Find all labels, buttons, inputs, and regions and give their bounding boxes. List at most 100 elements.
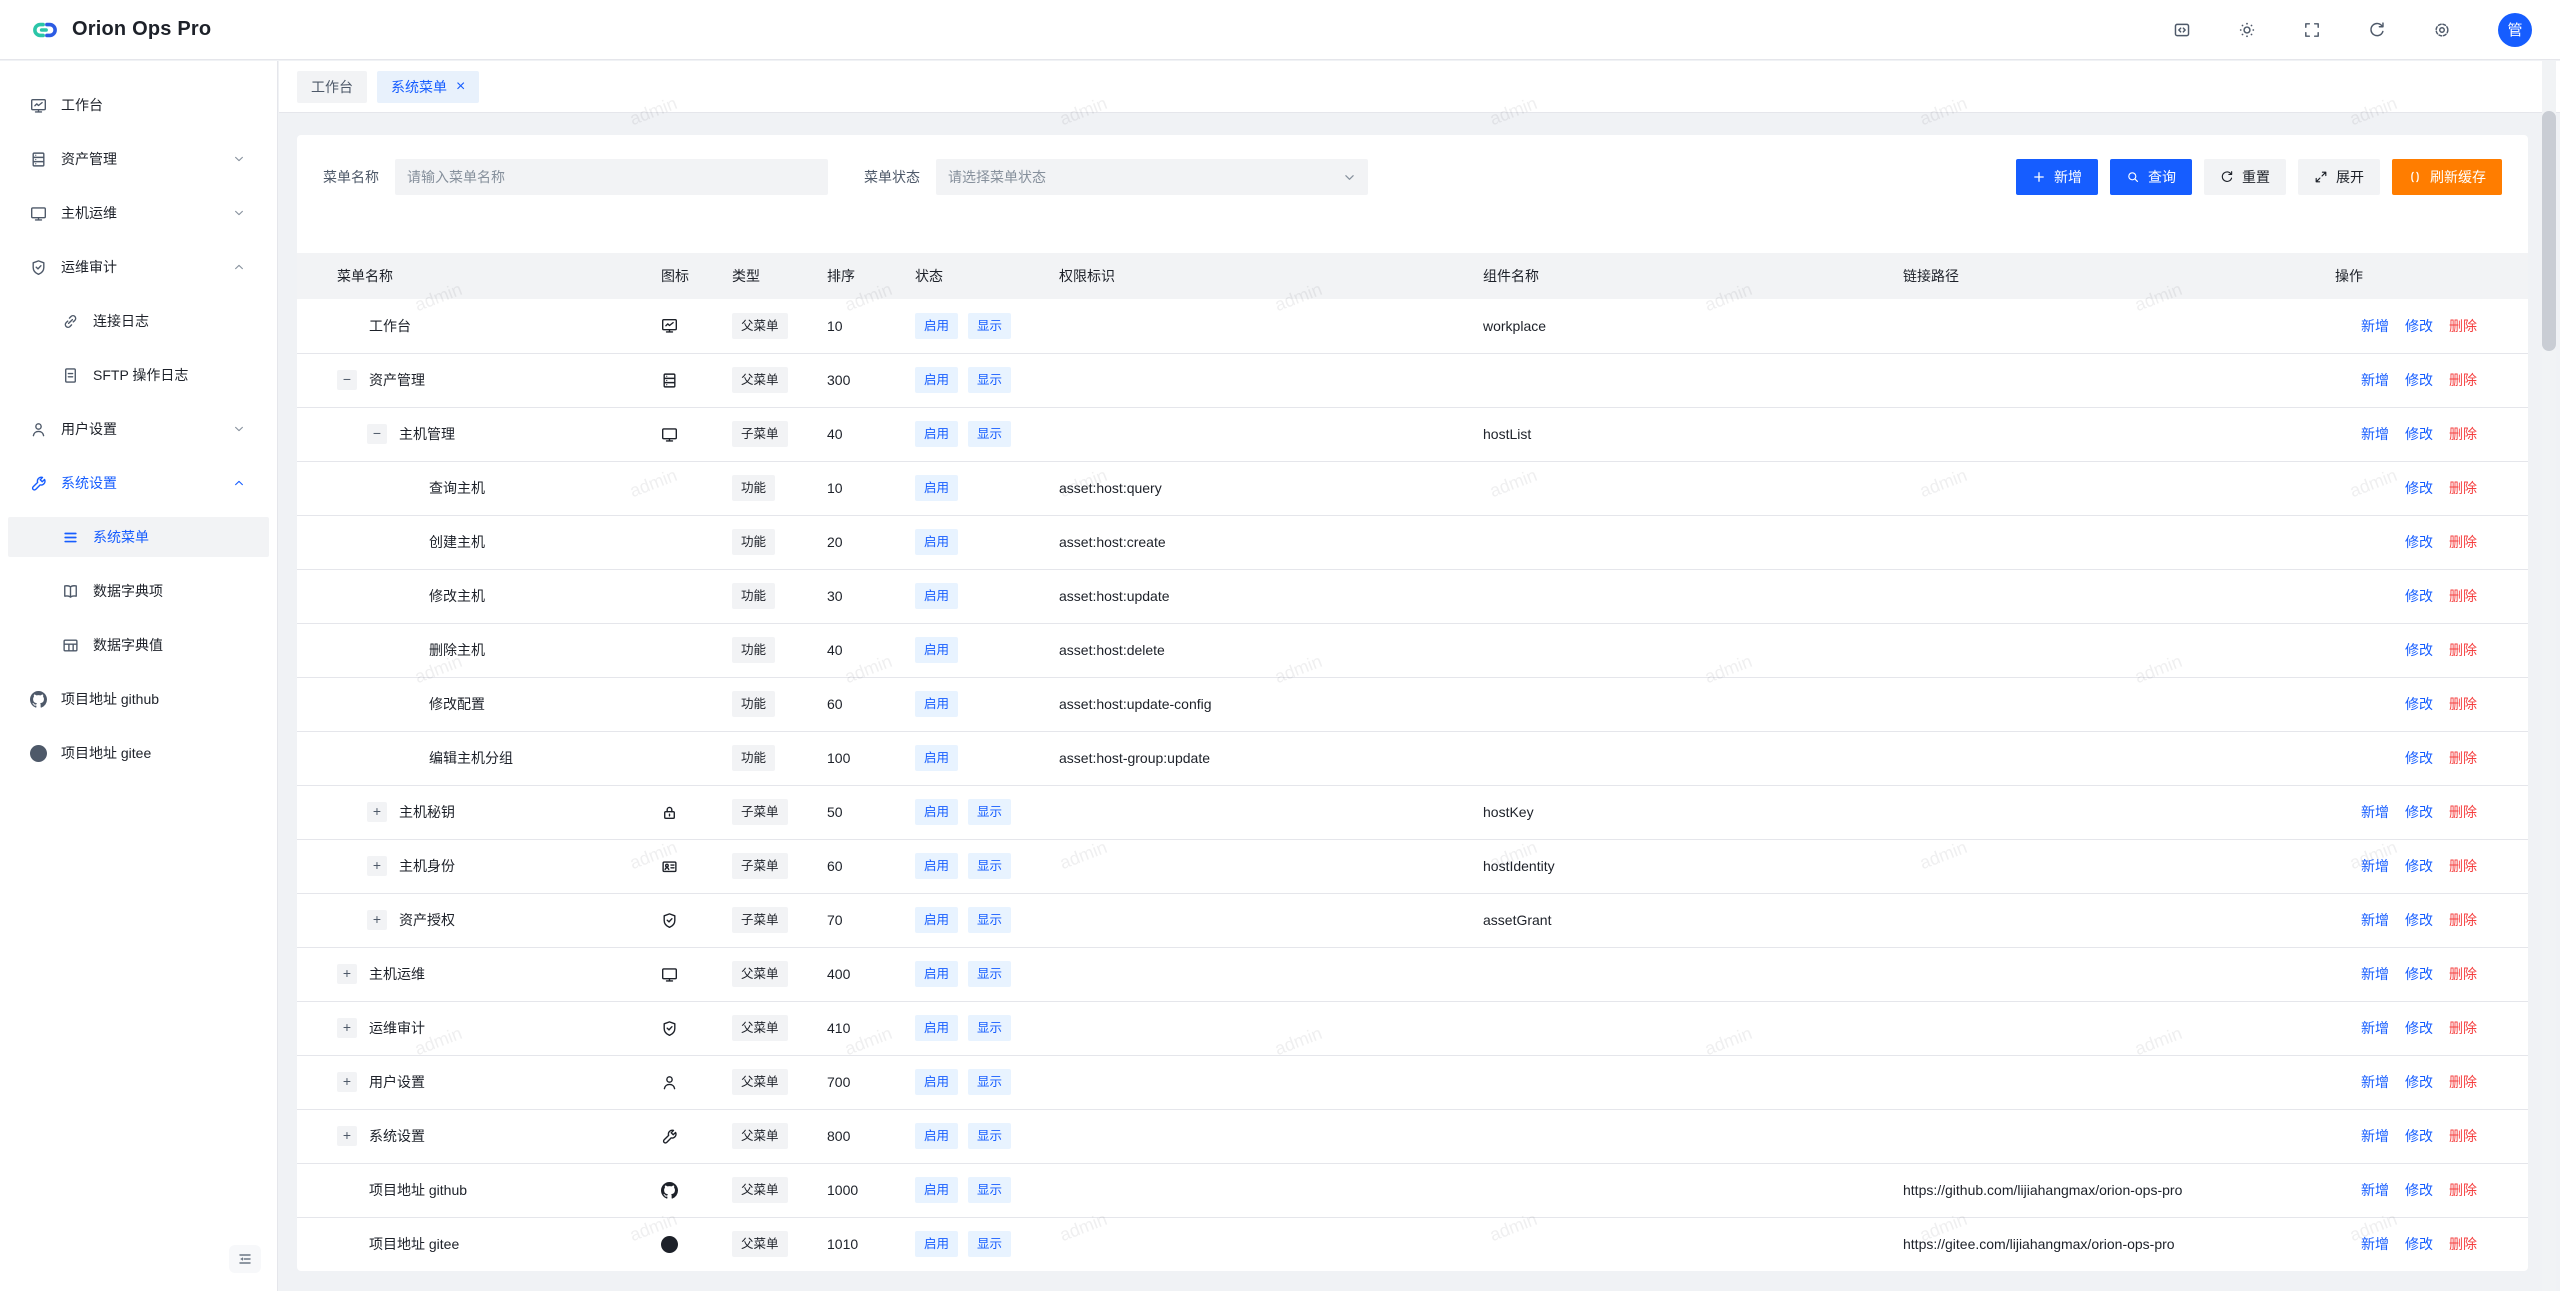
sidebar-item-asset[interactable]: 资产管理: [0, 139, 277, 179]
row-delete-link[interactable]: 删除: [2449, 750, 2477, 766]
sidebar-item-host-ops[interactable]: 主机运维: [0, 193, 277, 233]
row-delete-link[interactable]: 删除: [2449, 534, 2477, 550]
row-add-link[interactable]: 新增: [2361, 1074, 2389, 1090]
expand-row-button[interactable]: +: [367, 910, 387, 930]
menu-name-input[interactable]: [395, 159, 828, 195]
row-edit-link[interactable]: 修改: [2405, 858, 2433, 874]
row-edit-link[interactable]: 修改: [2405, 966, 2433, 982]
row-edit-link[interactable]: 修改: [2405, 1020, 2433, 1036]
expand-row-button[interactable]: +: [337, 1126, 357, 1146]
row-edit-link[interactable]: 修改: [2405, 750, 2433, 766]
row-edit-link[interactable]: 修改: [2405, 642, 2433, 658]
row-add-link[interactable]: 新增: [2361, 1236, 2389, 1252]
row-delete-link[interactable]: 删除: [2449, 1236, 2477, 1252]
expand-button[interactable]: 展开: [2298, 159, 2380, 195]
sidebar-item-dict-values[interactable]: 数据字典值: [0, 625, 277, 665]
row-add-link[interactable]: 新增: [2361, 1182, 2389, 1198]
tab-系统菜单[interactable]: 系统菜单×: [377, 71, 479, 103]
row-edit-link[interactable]: 修改: [2405, 588, 2433, 604]
sidebar-item-workplace[interactable]: 工作台: [0, 85, 277, 125]
cell-status: 启用显示: [899, 1001, 1043, 1055]
settings-button[interactable]: [2433, 21, 2451, 39]
search-button[interactable]: 查询: [2110, 159, 2192, 195]
row-delete-link[interactable]: 删除: [2449, 912, 2477, 928]
row-delete-link[interactable]: 删除: [2449, 372, 2477, 388]
row-delete-link[interactable]: 删除: [2449, 1074, 2477, 1090]
expand-row-button[interactable]: +: [367, 802, 387, 822]
row-add-link[interactable]: 新增: [2361, 372, 2389, 388]
scrollbar-thumb[interactable]: [2542, 111, 2556, 351]
row-edit-link[interactable]: 修改: [2405, 480, 2433, 496]
cell-sort: 60: [811, 839, 899, 893]
expand-row-button[interactable]: +: [337, 1018, 357, 1038]
fullscreen-button[interactable]: [2303, 21, 2321, 39]
row-edit-link[interactable]: 修改: [2405, 1182, 2433, 1198]
row-add-link[interactable]: 新增: [2361, 858, 2389, 874]
reset-button[interactable]: 重置: [2204, 159, 2286, 195]
scrollbar-track[interactable]: [2542, 61, 2556, 1291]
row-edit-link[interactable]: 修改: [2405, 696, 2433, 712]
row-edit-link[interactable]: 修改: [2405, 912, 2433, 928]
collapse-row-button[interactable]: −: [367, 424, 387, 444]
sidebar-item-system-settings[interactable]: 系统设置: [0, 463, 277, 503]
cell-path: [1887, 731, 2319, 785]
row-edit-link[interactable]: 修改: [2405, 372, 2433, 388]
row-add-link[interactable]: 新增: [2361, 426, 2389, 442]
row-delete-link[interactable]: 删除: [2449, 642, 2477, 658]
collapse-row-button[interactable]: −: [337, 370, 357, 390]
sidebar-item-user-settings[interactable]: 用户设置: [0, 409, 277, 449]
row-delete-link[interactable]: 删除: [2449, 858, 2477, 874]
sidebar-item-github[interactable]: 项目地址 github: [0, 679, 277, 719]
theme-button[interactable]: [2238, 21, 2256, 39]
cell-icon: [645, 623, 716, 677]
row-add-link[interactable]: 新增: [2361, 966, 2389, 982]
expand-row-button[interactable]: +: [367, 856, 387, 876]
row-add-link[interactable]: 新增: [2361, 804, 2389, 820]
expand-row-button[interactable]: +: [337, 1072, 357, 1092]
sidebar-item-audit[interactable]: 运维审计: [0, 247, 277, 287]
row-delete-link[interactable]: 删除: [2449, 696, 2477, 712]
row-edit-link[interactable]: 修改: [2405, 1074, 2433, 1090]
sidebar-item-gitee[interactable]: 项目地址 gitee: [0, 733, 277, 773]
row-delete-link[interactable]: 删除: [2449, 1182, 2477, 1198]
row-edit-link[interactable]: 修改: [2405, 318, 2433, 334]
status-tags: 启用显示: [915, 421, 1043, 447]
row-edit-link[interactable]: 修改: [2405, 1128, 2433, 1144]
link-icon: [62, 313, 79, 330]
row-add-link[interactable]: 新增: [2361, 318, 2389, 334]
row-delete-link[interactable]: 删除: [2449, 1128, 2477, 1144]
row-add-link[interactable]: 新增: [2361, 1128, 2389, 1144]
row-delete-link[interactable]: 删除: [2449, 318, 2477, 334]
row-edit-link[interactable]: 修改: [2405, 1236, 2433, 1252]
cell-status: 启用: [899, 731, 1043, 785]
close-icon[interactable]: ×: [456, 79, 465, 95]
collapse-sidebar-icon: [237, 1251, 253, 1267]
tab-工作台[interactable]: 工作台: [297, 71, 367, 103]
menu-status-select[interactable]: 请选择菜单状态: [936, 159, 1368, 195]
row-add-link[interactable]: 新增: [2361, 1020, 2389, 1036]
expand-row-button[interactable]: +: [337, 964, 357, 984]
row-add-link[interactable]: 新增: [2361, 912, 2389, 928]
code-settings-button[interactable]: [2173, 21, 2191, 39]
row-delete-link[interactable]: 删除: [2449, 426, 2477, 442]
refresh-button[interactable]: [2368, 21, 2386, 39]
sidebar-item-system-menu[interactable]: 系统菜单: [8, 517, 269, 557]
sidebar-item-dict-keys[interactable]: 数据字典项: [0, 571, 277, 611]
add-button[interactable]: 新增: [2016, 159, 2098, 195]
sidebar-collapse-button[interactable]: [229, 1245, 261, 1273]
row-delete-link[interactable]: 删除: [2449, 480, 2477, 496]
row-edit-link[interactable]: 修改: [2405, 804, 2433, 820]
row-delete-link[interactable]: 删除: [2449, 804, 2477, 820]
refresh-cache-button[interactable]: 刷新缓存: [2392, 159, 2502, 195]
row-delete-link[interactable]: 删除: [2449, 966, 2477, 982]
row-delete-link[interactable]: 删除: [2449, 1020, 2477, 1036]
row-edit-link[interactable]: 修改: [2405, 534, 2433, 550]
menu-name-text: 主机身份: [399, 856, 455, 876]
sidebar-item-connect-log[interactable]: 连接日志: [0, 301, 277, 341]
sidebar-item-sftp-log[interactable]: SFTP 操作日志: [0, 355, 277, 395]
avatar[interactable]: 管: [2498, 13, 2532, 47]
row-delete-link[interactable]: 删除: [2449, 588, 2477, 604]
column-header: 组件名称: [1467, 253, 1887, 299]
row-edit-link[interactable]: 修改: [2405, 426, 2433, 442]
cell-perm: [1043, 785, 1467, 839]
